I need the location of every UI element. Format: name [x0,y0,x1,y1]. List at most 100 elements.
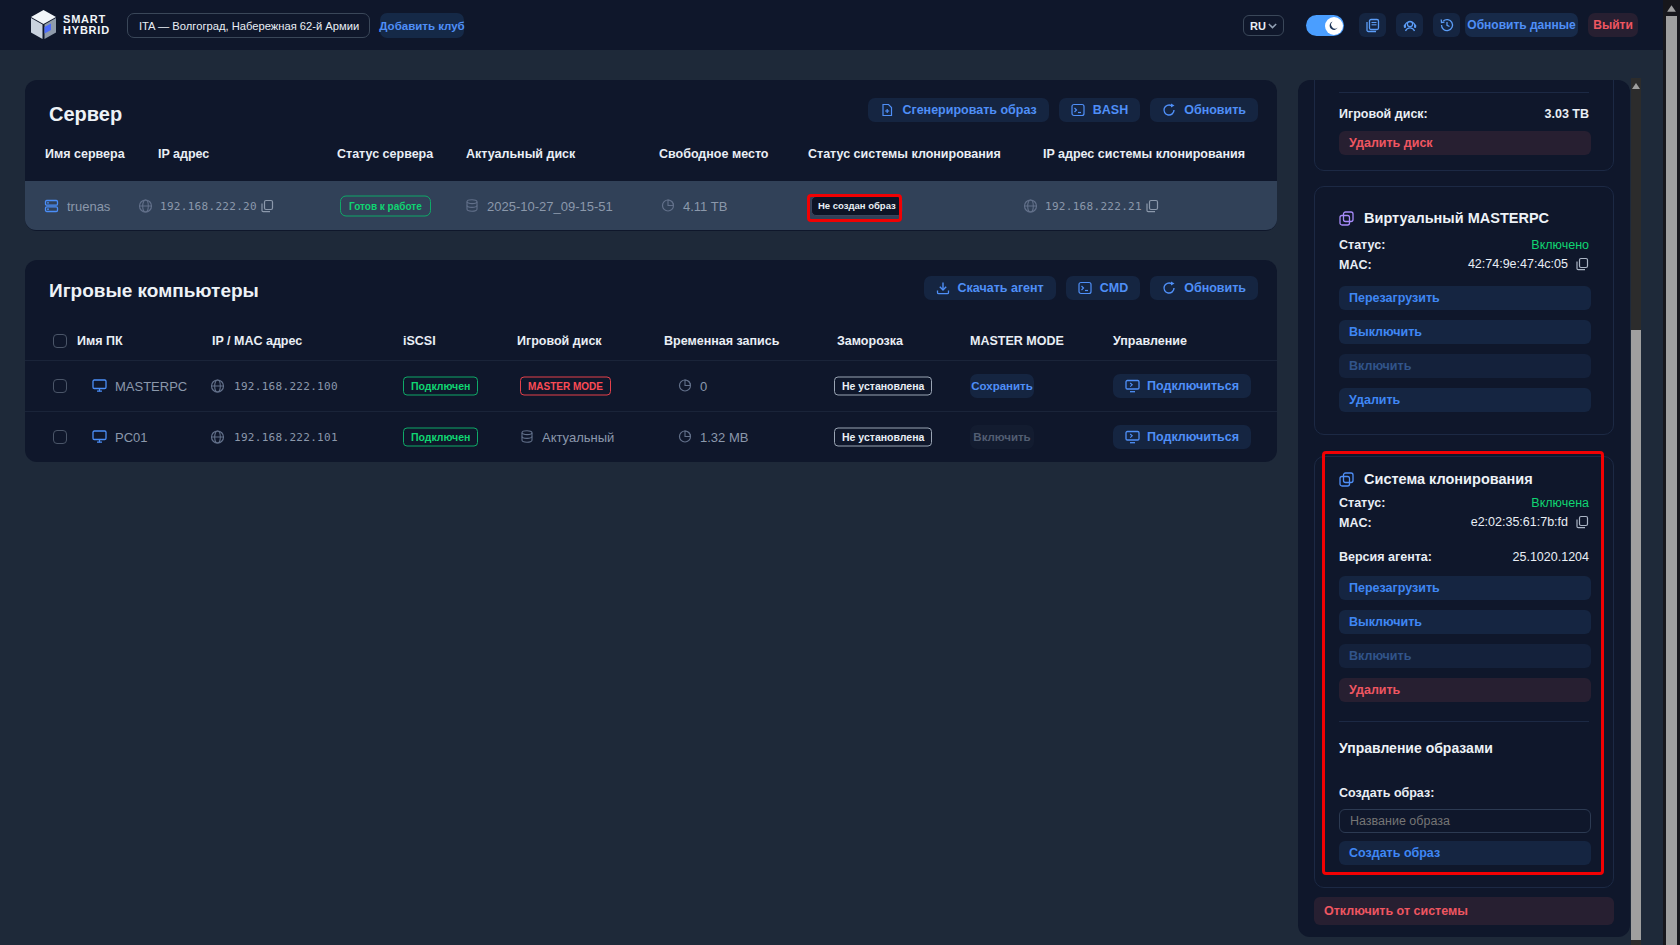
disconnect-button[interactable]: Отключить от системы [1314,897,1614,925]
pc-ip: 192.168.222.100 [234,379,338,392]
create-image-button[interactable]: Создать образ [1339,841,1591,865]
download-agent-button[interactable]: Скачать агент [924,276,1056,300]
sidebar: Игровой диск: 3.03 TB Удалить диск Вирту… [1298,80,1630,937]
cmd-label: CMD [1100,281,1128,295]
iscsi-badge: Подключен [403,376,478,395]
add-club-button[interactable]: Добавить клуб [380,13,464,38]
monitor-icon [92,379,107,393]
clone-delete-button[interactable]: Удалить [1339,678,1591,702]
refresh-data-label: Обновить данные [1467,18,1575,32]
globe-icon [210,378,225,393]
cmd-button[interactable]: CMD [1066,276,1140,300]
content-scrollbar[interactable] [1631,78,1641,945]
pc-table-row-masterpc[interactable]: MASTERPC 192.168.222.100 Подключен MASTE… [25,360,1277,411]
pc-panel-title: Игровые компьютеры [49,280,259,302]
server-clone-ip: 192.168.222.21 [1045,199,1142,212]
pc-refresh-button[interactable]: Обновить [1150,276,1258,300]
vm-reboot-button[interactable]: Перезагрузить [1339,286,1591,310]
generate-image-label: Сгенерировать образ [902,103,1036,117]
server-icon [44,198,59,213]
delete-disk-label: Удалить диск [1349,136,1433,150]
vm-delete-button[interactable]: Удалить [1339,388,1591,412]
globe-icon [138,198,153,213]
copy-icon [1145,199,1159,213]
vm-poweron-button[interactable]: Включить [1339,354,1591,378]
divider [1339,721,1589,722]
pc-temp-size: 1.32 MB [700,429,748,444]
vm-reboot-label: Перезагрузить [1349,291,1440,305]
enable-master-label: Включить [973,431,1030,443]
copy-icon[interactable] [1575,515,1589,529]
connect-label: Подключиться [1147,379,1239,393]
copy-ip-button[interactable] [260,199,274,213]
enable-master-button[interactable]: Включить [970,425,1034,449]
save-master-button[interactable]: Сохранить [970,374,1034,398]
delete-disk-button[interactable]: Удалить диск [1339,131,1591,155]
pc-temp-size: 0 [700,378,707,393]
row-checkbox[interactable] [53,379,67,393]
clone-section: Система клонирования Статус: Включена MA… [1314,456,1614,888]
scroll-up-arrow-icon[interactable] [1666,4,1677,13]
support-button[interactable] [1396,13,1423,37]
window-scrollbar-thumb[interactable] [1666,16,1677,945]
vm-section-title: Виртуальный MASTERPC [1364,210,1549,226]
create-image-button-label: Создать образ [1349,846,1440,860]
freeze-badge: Не установлена [834,427,932,446]
clone-section-title: Система клонирования [1364,471,1533,487]
content-scrollbar-thumb[interactable] [1631,330,1641,940]
pc-table-row-pc01[interactable]: PC01 192.168.222.101 Подключен Актуальны… [25,411,1277,462]
clone-poweron-label: Включить [1349,649,1411,663]
history-button[interactable] [1433,13,1460,37]
clone-icon [1339,472,1354,487]
server-free-space: 4.11 TB [683,198,727,213]
select-all-checkbox[interactable] [53,334,67,348]
connect-button[interactable]: Подключиться [1113,374,1251,398]
refresh-icon [1162,103,1176,117]
window-scrollbar[interactable] [1663,0,1680,945]
bash-button[interactable]: BASH [1059,98,1140,122]
clone-reboot-button[interactable]: Перезагрузить [1339,576,1591,600]
connect-button[interactable]: Подключиться [1113,425,1251,449]
vm-shutdown-button[interactable]: Выключить [1339,320,1591,344]
images-heading: Управление образами [1339,740,1493,756]
pc-ip: 192.168.222.101 [234,430,338,443]
vm-poweron-label: Включить [1349,359,1411,373]
club-select[interactable]: ITA — Волгоград, Набережная 62-й Армии [127,13,370,38]
server-refresh-button[interactable]: Обновить [1150,98,1258,122]
logout-button[interactable]: Выйти [1588,13,1638,37]
clone-status-label: Статус: [1339,496,1385,510]
copy-clone-ip-button[interactable] [1145,199,1159,213]
pc-table-header: Имя ПК IP / MAC адрес iSCSI Игровой диск… [25,329,1277,353]
copy-icon [260,199,274,213]
server-ip: 192.168.222.20 [160,199,257,212]
row-checkbox[interactable] [53,430,67,444]
refresh-data-button[interactable]: Обновить данные [1465,13,1578,37]
brand-line2: HYBRID [63,25,110,36]
clone-shutdown-button[interactable]: Выключить [1339,610,1591,634]
server-col-free: Свободное место [659,147,769,161]
pc-refresh-label: Обновить [1184,281,1246,295]
disk-section: Игровой диск: 3.03 TB Удалить диск [1314,80,1614,171]
vm-mac-label: MAC: [1339,258,1372,272]
club-select-value: ITA — Волгоград, Набережная 62-й Армии [139,20,359,32]
pc-col-master: MASTER MODE [970,334,1064,348]
scroll-up-arrow-icon[interactable] [1631,82,1641,90]
docs-button[interactable] [1359,13,1386,37]
docs-icon [1365,18,1380,33]
add-club-label: Добавить клуб [379,20,464,32]
header-bar: SMART HYBRID ITA — Волгоград, Набережная… [0,0,1680,50]
vm-status-label: Статус: [1339,238,1385,252]
server-table-row[interactable]: truenas 192.168.222.20 Готов к работе 20 [25,181,1277,230]
vm-shutdown-label: Выключить [1349,325,1422,339]
server-name: truenas [67,198,110,213]
image-name-input[interactable] [1339,809,1591,833]
generate-image-button[interactable]: Сгенерировать образ [868,98,1048,122]
lang-select[interactable]: RU [1243,15,1284,36]
vm-delete-label: Удалить [1349,393,1400,407]
clone-poweron-button[interactable]: Включить [1339,644,1591,668]
copy-icon[interactable] [1575,257,1589,271]
pc-col-freeze: Заморозка [837,334,903,348]
usage-icon [678,379,692,393]
theme-toggle[interactable] [1306,15,1344,36]
clone-mac-label: MAC: [1339,516,1372,530]
